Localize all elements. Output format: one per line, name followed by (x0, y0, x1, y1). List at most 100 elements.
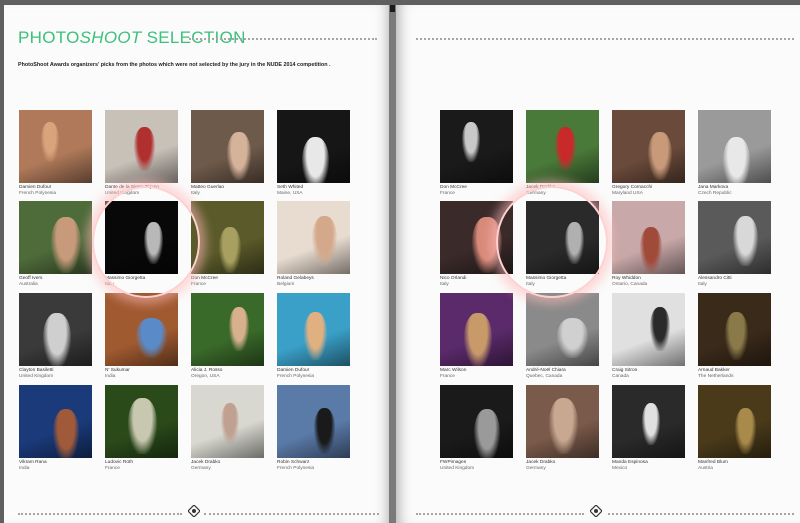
photographer-location: Mexico (612, 466, 628, 471)
photographer-name[interactable]: Jacek Drabko (191, 460, 220, 465)
photographer-name[interactable]: Arnaud Bakker (698, 368, 730, 373)
footer-ornament-icon (188, 505, 200, 517)
photographer-name[interactable]: Clayton Basiletti (19, 368, 53, 373)
photographer-name[interactable]: Massimo Giorgetta (526, 276, 566, 281)
photographer-name[interactable]: Craig Sitron (612, 368, 637, 373)
footer-dotted-rule-right (608, 513, 794, 515)
photographer-location: Italy (440, 282, 449, 287)
photo-caption: Gregory Cornacchi Maryland USA (612, 185, 694, 197)
photo-thumbnail[interactable] (526, 110, 599, 183)
right-page: Don McCree France Jacek Drabko Germany Grego… (396, 5, 800, 523)
photographer-name[interactable]: Manda Espinosa (612, 460, 648, 465)
photographer-name[interactable]: Matteo Guerlao (191, 185, 224, 190)
photo-subject (723, 137, 750, 183)
photographer-name[interactable]: Vikram Rana (19, 460, 47, 465)
photo-subject (555, 127, 576, 171)
photo-caption: Seth Whited Maine, USA (277, 185, 359, 197)
photo-thumbnail[interactable] (191, 110, 264, 183)
photographer-location: Oregon, USA (191, 374, 220, 379)
photo-thumbnail[interactable] (440, 201, 513, 274)
photo-thumbnail[interactable] (19, 110, 92, 183)
photographer-name[interactable]: Don McCree (191, 276, 218, 281)
photographer-name[interactable]: André-Noël Chiara (526, 368, 566, 373)
photographer-name[interactable]: Jana Markova (698, 185, 728, 190)
photo-thumbnail[interactable] (191, 201, 264, 274)
photo-thumbnail[interactable] (612, 201, 685, 274)
photographer-location: Italy (105, 282, 114, 287)
photographer-name[interactable]: Alicia J. Rosso (191, 368, 222, 373)
photographer-name[interactable]: Geoff Ivers (19, 276, 42, 281)
photo-subject (134, 127, 155, 171)
photo-thumbnail[interactable] (526, 385, 599, 458)
photo-thumbnail[interactable] (698, 293, 771, 366)
photographer-location: Italy (698, 282, 707, 287)
photo-subject (312, 216, 337, 266)
photo-thumbnail[interactable] (105, 110, 178, 183)
photographer-location: Czech Republic (698, 191, 732, 196)
photo-thumbnail[interactable] (526, 293, 599, 366)
photographer-name[interactable]: Nico Orlandi (440, 276, 466, 281)
photographer-name[interactable]: FWPimages (440, 460, 466, 465)
photographer-name[interactable]: Jacek Drabko (526, 185, 555, 190)
header-dotted-rule (416, 38, 794, 40)
photographer-name[interactable]: Roy Whiddon (612, 276, 641, 281)
photo-thumbnail[interactable] (277, 293, 350, 366)
photographer-name[interactable]: Jacek Drabko (526, 460, 555, 465)
photographer-name[interactable]: Alessandro Citti (698, 276, 732, 281)
photo-subject (221, 403, 239, 445)
photo-thumbnail[interactable] (612, 293, 685, 366)
photographer-name[interactable]: Dante de la Sierra Tejano (105, 185, 159, 190)
photographer-name[interactable]: Seth Whited (277, 185, 303, 190)
photographer-name[interactable]: Damien Dufour (277, 368, 309, 373)
photo-thumbnail[interactable] (612, 110, 685, 183)
photo-caption: Massimo Giorgetta Italy (526, 276, 608, 288)
photo-thumbnail[interactable] (277, 110, 350, 183)
photo-thumbnail[interactable] (440, 293, 513, 366)
photographer-name[interactable]: Damien Dufour (19, 185, 51, 190)
photo-thumbnail[interactable] (191, 385, 264, 458)
photo-caption: Ludovic Roth France (105, 460, 187, 472)
photo-thumbnail[interactable] (105, 385, 178, 458)
photographer-location: Quebec, Canada (526, 374, 563, 379)
photo-subject (557, 318, 588, 358)
photo-thumbnail[interactable] (440, 385, 513, 458)
photo-caption: FWPimages United Kingdom (440, 460, 522, 472)
photo-thumbnail[interactable] (19, 201, 92, 274)
photographer-name[interactable]: Marc Wilson (440, 368, 466, 373)
photographer-location: Canada (612, 374, 629, 379)
photo-subject (128, 398, 157, 454)
photo-thumbnail[interactable] (19, 385, 92, 458)
photo-thumbnail[interactable] (698, 201, 771, 274)
photo-thumbnail[interactable] (277, 385, 350, 458)
footer-dotted-rule-left (18, 513, 182, 515)
photo-subject (725, 312, 748, 360)
page-subtitle: PhotoShoot Awards organizers' picks from… (18, 62, 331, 68)
photographer-name[interactable]: Massimo Giorgetta (105, 276, 145, 281)
photographer-name[interactable]: Ludovic Roth (105, 460, 133, 465)
photographer-name[interactable]: Don McCree (440, 185, 467, 190)
photo-thumbnail[interactable] (105, 293, 178, 366)
photo-thumbnail[interactable] (105, 201, 178, 274)
photo-thumbnail[interactable] (698, 110, 771, 183)
photo-caption: Jacek Drabko Germany (526, 460, 608, 472)
photo-subject (314, 408, 335, 454)
photographer-name[interactable]: Gregory Cornacchi (612, 185, 652, 190)
photo-caption: Jana Markova Czech Republic (698, 185, 780, 197)
photo-subject (302, 137, 329, 183)
photographer-name[interactable]: N' Sukumar (105, 368, 130, 373)
photo-thumbnail[interactable] (698, 385, 771, 458)
photo-subject (464, 313, 492, 366)
photo-thumbnail[interactable] (191, 293, 264, 366)
photo-thumbnail[interactable] (526, 201, 599, 274)
photo-thumbnail[interactable] (612, 385, 685, 458)
photo-caption: N' Sukumar India (105, 368, 187, 380)
photo-thumbnail[interactable] (277, 201, 350, 274)
photographer-name[interactable]: Roland Gelabeys (277, 276, 314, 281)
photographer-location: Austria (698, 466, 713, 471)
photographer-location: Maryland USA (612, 191, 643, 196)
photographer-name[interactable]: Robin Schwarz (277, 460, 309, 465)
photo-thumbnail[interactable] (440, 110, 513, 183)
photo-caption: Robin Schwarz French Polynesia (277, 460, 359, 472)
photo-thumbnail[interactable] (19, 293, 92, 366)
photographer-name[interactable]: Manfred Blum (698, 460, 728, 465)
